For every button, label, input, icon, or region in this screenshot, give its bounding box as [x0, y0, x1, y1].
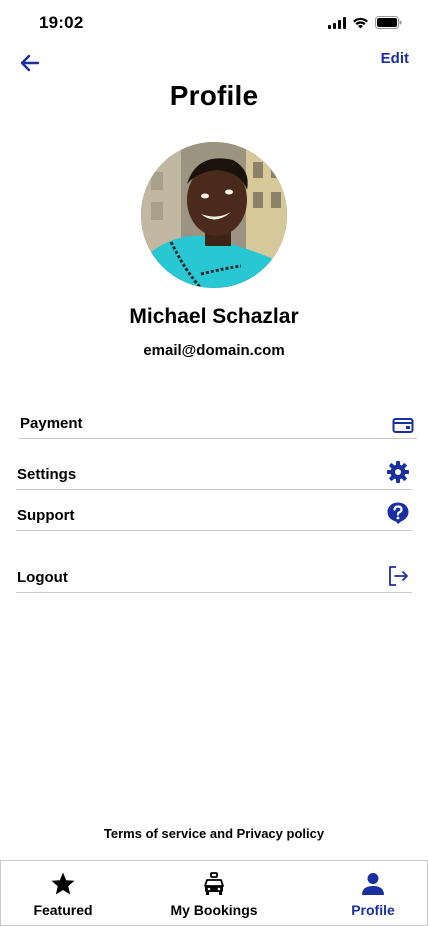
- menu-item-label: Logout: [17, 569, 68, 586]
- tab-label: Featured: [33, 902, 93, 918]
- wifi-icon: [352, 17, 369, 29]
- profile-screen: 19:02 Edit Profile Michael Schazlar emai…: [0, 0, 428, 926]
- tab-label: My Bookings: [170, 902, 258, 918]
- arrow-left-icon: [19, 54, 41, 78]
- battery-icon: [375, 16, 402, 29]
- tab-my-bookings[interactable]: My Bookings: [165, 861, 263, 925]
- back-button[interactable]: [19, 52, 41, 74]
- menu-item-payment[interactable]: Payment: [19, 398, 417, 439]
- person-icon: [360, 871, 386, 897]
- menu-item-logout[interactable]: Logout: [16, 552, 412, 593]
- tab-featured[interactable]: Featured: [23, 861, 103, 925]
- menu-item-label: Settings: [17, 466, 77, 483]
- credit-card-icon: [391, 413, 415, 437]
- menu-item-label: Support: [17, 507, 75, 524]
- tab-profile[interactable]: Profile: [340, 861, 406, 925]
- edit-button[interactable]: Edit: [381, 50, 409, 67]
- avatar: [141, 142, 287, 288]
- status-time: 19:02: [39, 13, 84, 32]
- star-icon: [50, 871, 76, 897]
- car-icon: [201, 871, 227, 897]
- terms-link[interactable]: Terms of service and Privacy policy: [0, 826, 428, 841]
- menu-item-support[interactable]: Support: [16, 490, 412, 531]
- status-icons: [328, 16, 402, 29]
- user-email: email@domain.com: [143, 342, 285, 359]
- menu-item-settings[interactable]: Settings: [16, 449, 412, 490]
- page-title: Profile: [169, 80, 259, 111]
- signal-icon: [328, 16, 346, 29]
- bottom-tab-bar: Featured My Bookings Profile: [0, 860, 428, 926]
- help-icon: [386, 501, 410, 525]
- tab-label: Profile: [351, 902, 395, 918]
- logout-icon: [386, 564, 410, 588]
- menu-item-label: Payment: [20, 415, 83, 432]
- user-name: Michael Schazlar: [129, 305, 299, 328]
- gear-icon: [386, 460, 410, 484]
